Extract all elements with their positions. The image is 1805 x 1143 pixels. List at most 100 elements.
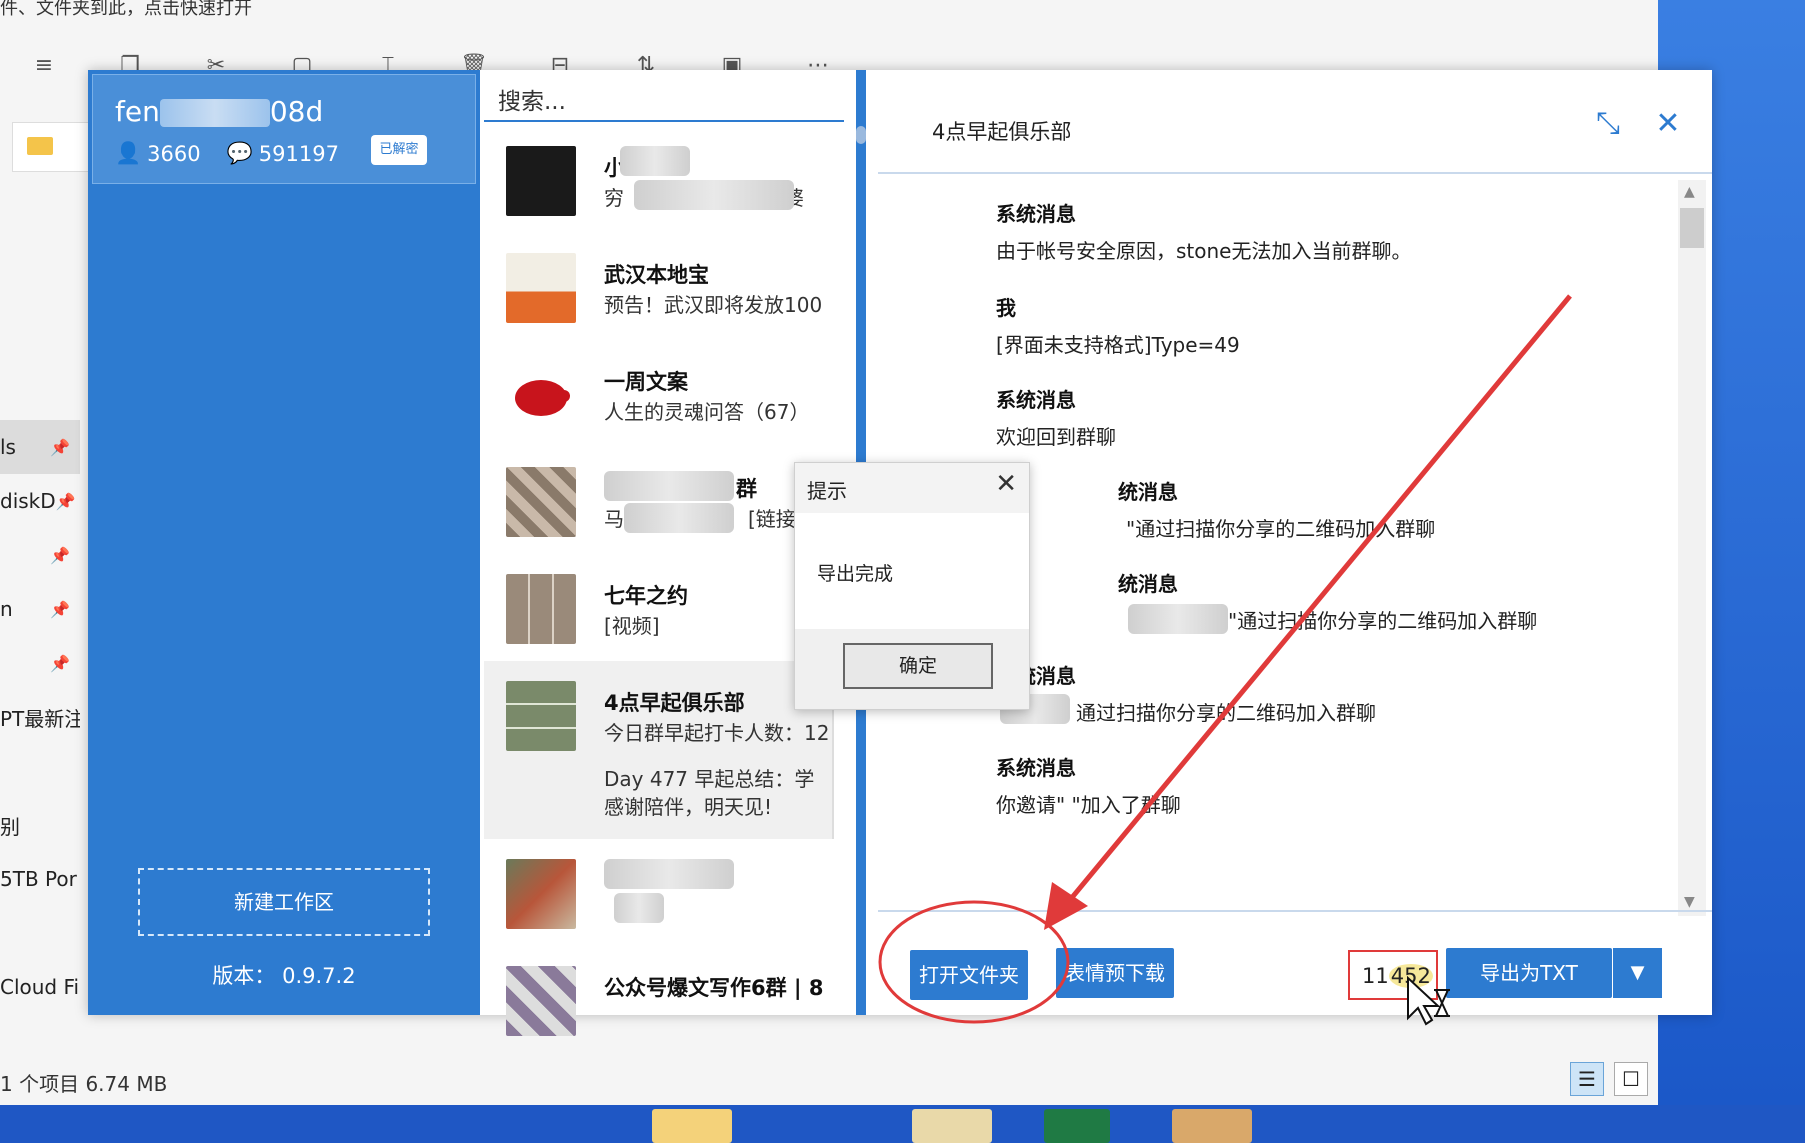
account-stats: 👤 3660 💬 591197	[115, 141, 339, 166]
redacted-blur	[1128, 604, 1228, 634]
chat-avatar	[506, 966, 576, 1036]
tiles-view-icon[interactable]: ☐	[1614, 1062, 1648, 1096]
redacted-blur	[604, 471, 734, 501]
nav-item[interactable]: 📌	[0, 528, 80, 582]
nav-item[interactable]: 别	[0, 798, 80, 852]
nav-item[interactable]: 📌	[0, 636, 80, 690]
new-workspace-button[interactable]: 新建工作区	[138, 868, 430, 936]
chat-title: 公众号爆文写作6群 | 8	[604, 976, 824, 1000]
search-input[interactable]: 搜索...	[484, 70, 844, 122]
scroll-thumb[interactable]	[856, 126, 866, 144]
explorer-nav-pane: ls 📌 diskD 📌 📌 n 📌 📌 PT最新注 别 5TB Por Cloud …	[0, 420, 80, 1014]
chat-avatar	[506, 574, 576, 644]
person-icon: 👤	[115, 141, 142, 165]
redacted-blur	[634, 180, 794, 210]
taskbar-app-icon[interactable]	[912, 1109, 992, 1143]
account-name: fen 08d	[115, 95, 324, 128]
chat-preview-extra: Day 477 早起总结：学 感谢陪伴，明天见!	[604, 767, 815, 819]
export-dropdown-icon[interactable]: ▼	[1612, 948, 1662, 998]
chat-avatar	[506, 360, 576, 430]
nav-item[interactable]	[0, 744, 80, 798]
pin-icon: 📌	[50, 599, 70, 619]
emoji-download-button[interactable]: 表情预下载	[1056, 948, 1174, 998]
message-item: 系统消息 你邀请" "加入了群聊	[996, 756, 1181, 817]
chat-avatar	[506, 467, 576, 537]
taskbar-explorer-icon[interactable]	[652, 1109, 732, 1143]
open-folder-button[interactable]: 打开文件夹	[910, 950, 1028, 1000]
chat-list-item[interactable]: 一周文案 人生的灵魂问答（67）	[484, 340, 834, 447]
message-scrollbar[interactable]: ▲ ▼	[1678, 180, 1706, 916]
chat-bubble-icon: 💬	[226, 141, 253, 165]
chat-list-item[interactable]: 小 穷老婆	[484, 126, 834, 233]
pin-icon: 📌	[50, 653, 70, 673]
nav-item[interactable]: 5TB Por	[0, 852, 80, 906]
nav-item[interactable]: n 📌	[0, 582, 80, 636]
chat-list-item-selected[interactable]: 4点早起俱乐部 今日群早起打卡人数：12 Day 477 早起总结：学 感谢陪伴，…	[484, 661, 834, 839]
contacts-count: 3660	[147, 141, 201, 166]
taskbar-image-icon[interactable]	[1172, 1109, 1252, 1143]
chat-list-item[interactable]: 群 马 [链接	[484, 447, 834, 554]
chat-title: 武汉本地宝	[604, 263, 709, 287]
view-toggle: ☰ ☐	[1570, 1062, 1648, 1096]
chat-avatar	[506, 859, 576, 929]
message-item: 系统消息 由于帐号安全原因，stone无法加入当前群聊。	[996, 202, 1412, 263]
pig-icon	[515, 380, 570, 416]
dialog-title: 提示	[807, 479, 847, 503]
message-item: 系统消息 欢迎回到群聊	[996, 388, 1116, 449]
account-panel: fen 08d 👤 3660 💬 591197 已解密 新建工作区 版本： 0.9.7…	[88, 70, 480, 1015]
chat-list-item[interactable]: 七年之约 [视频]	[484, 554, 834, 661]
chat-title: 一周文案	[604, 370, 688, 394]
details-view-icon[interactable]: ☰	[1570, 1062, 1604, 1096]
redacted-blur	[614, 893, 664, 923]
taskbar	[0, 1105, 1805, 1143]
pin-icon: 📌	[50, 437, 70, 457]
pin-icon: 📌	[55, 491, 76, 511]
chat-avatar	[506, 146, 576, 216]
chat-avatar	[506, 253, 576, 323]
taskbar-excel-icon[interactable]	[1044, 1109, 1110, 1143]
nav-item[interactable]: Cloud Fil	[0, 960, 80, 1014]
messages-count: 591197	[258, 141, 339, 166]
nav-item[interactable]	[0, 906, 80, 960]
redacted-blur	[624, 503, 734, 533]
nav-item[interactable]: PT最新注	[0, 690, 80, 744]
scroll-down-icon[interactable]: ▼	[1684, 894, 1695, 910]
collapse-icon[interactable]: ⤡	[1588, 104, 1628, 144]
chat-preview: 人生的灵魂问答（67）	[604, 400, 810, 424]
message-header: 4点早起俱乐部 ⤡ ✕	[878, 70, 1712, 174]
dialog-close-icon[interactable]: ✕	[995, 469, 1017, 499]
redacted-blur	[159, 99, 270, 127]
chat-list-item[interactable]: 武汉本地宝 预告！武汉即将发放100	[484, 233, 834, 340]
close-icon[interactable]: ✕	[1648, 104, 1688, 144]
scroll-thumb[interactable]	[1680, 208, 1704, 248]
pin-icon: 📌	[50, 545, 70, 565]
message-footer: 打开文件夹 表情预下载 11452 导出为TXT ▼	[878, 910, 1712, 1015]
chat-list-panel: 搜索... 小 穷老婆 武汉本地宝 预告！武汉即将发放100 一周文案 人生的灵…	[484, 70, 844, 1036]
chat-name-title: 4点早起俱乐部	[932, 120, 1072, 144]
nav-item[interactable]: ls 📌	[0, 420, 80, 474]
message-count-display: 11452	[1348, 950, 1438, 1000]
version-label: 版本： 0.9.7.2	[212, 964, 356, 988]
address-bar[interactable]	[12, 122, 92, 172]
chat-items: 小 穷老婆 武汉本地宝 预告！武汉即将发放100 一周文案 人生的灵魂问答（67…	[484, 126, 834, 1053]
export-complete-dialog: 提示 ✕ 导出完成 确定	[794, 462, 1030, 710]
chat-avatar	[506, 681, 576, 751]
decrypted-badge: 已解密	[371, 135, 427, 165]
chat-list-item[interactable]	[484, 839, 834, 946]
dialog-ok-button[interactable]: 确定	[843, 643, 993, 689]
menu-icon[interactable]: ≡	[30, 52, 58, 80]
dialog-message: 导出完成	[817, 563, 894, 585]
redacted-blur	[604, 859, 734, 889]
explorer-hint-text: 件、文件夹到此，点击快速打开	[0, 0, 252, 19]
scroll-up-icon[interactable]: ▲	[1684, 184, 1695, 200]
redacted-blur	[620, 146, 690, 176]
message-item: 我 [界面未支持格式]Type=49	[996, 296, 1240, 357]
export-txt-button[interactable]: 导出为TXT	[1446, 948, 1612, 998]
nav-item[interactable]: diskD 📌	[0, 474, 80, 528]
explorer-status-bar: 1 个项目 6.74 MB	[0, 1072, 168, 1096]
chat-preview: 预告！武汉即将发放100	[604, 293, 823, 317]
chat-list-item[interactable]: 公众号爆文写作6群 | 8	[484, 946, 834, 1053]
folder-icon	[27, 137, 53, 155]
account-card[interactable]: fen 08d 👤 3660 💬 591197 已解密	[92, 74, 476, 184]
message-item: 统消息 "通过扫描你分享的二维码加入群聊	[1118, 480, 1436, 541]
